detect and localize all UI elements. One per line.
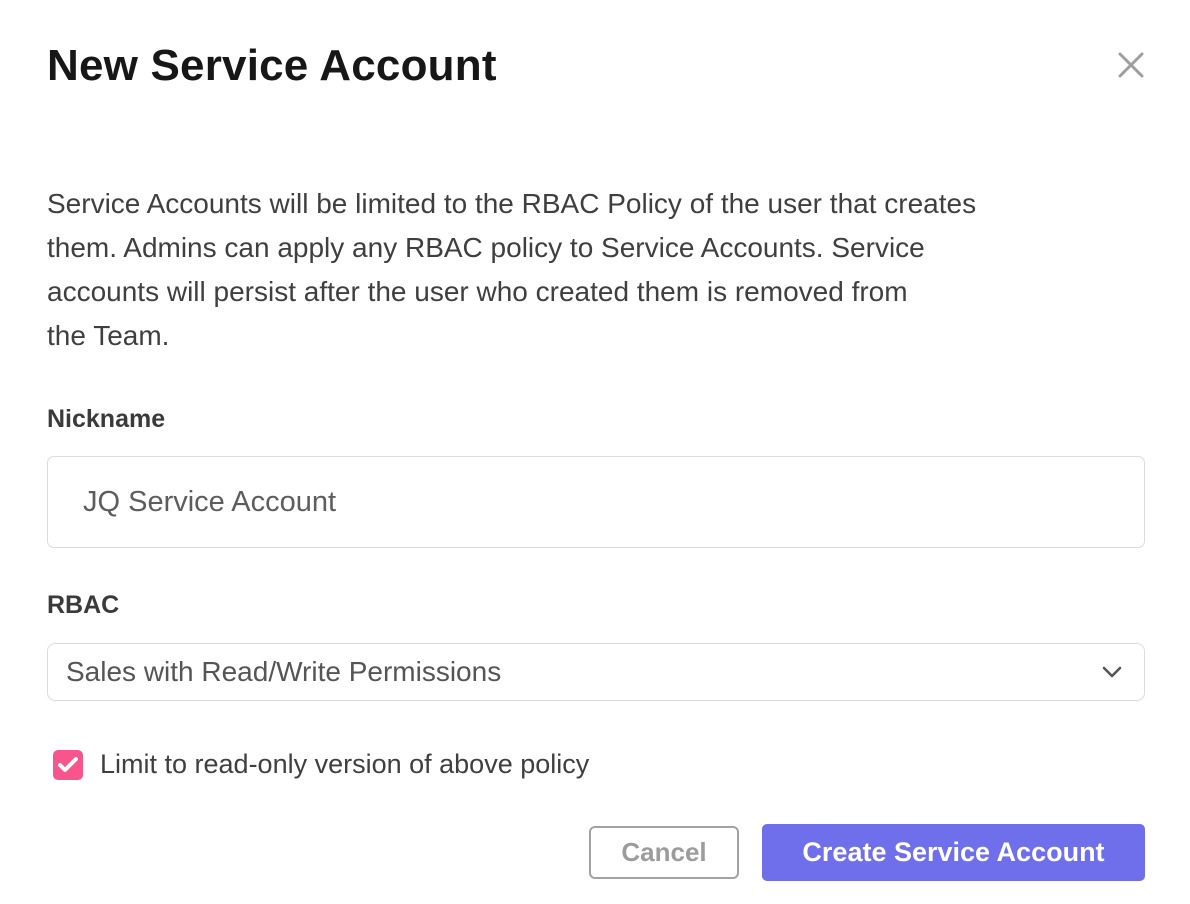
description-line: the Team. xyxy=(47,314,1145,358)
description-line: Service Accounts will be limited to the … xyxy=(47,182,1145,226)
nickname-input[interactable] xyxy=(47,456,1145,548)
cancel-button[interactable]: Cancel xyxy=(589,826,739,879)
rbac-label: RBAC xyxy=(47,590,1145,620)
rbac-selected-value: Sales with Read/Write Permissions xyxy=(66,656,501,688)
modal-footer: Cancel Create Service Account xyxy=(47,824,1145,881)
close-icon xyxy=(1116,50,1146,80)
new-service-account-modal: New Service Account Service Accounts wil… xyxy=(0,0,1190,904)
chevron-down-icon xyxy=(1102,666,1122,678)
read-only-checkbox-row: Limit to read-only version of above poli… xyxy=(53,749,1145,780)
close-button[interactable] xyxy=(1114,48,1148,82)
modal-description: Service Accounts will be limited to the … xyxy=(47,182,1145,358)
modal-title: New Service Account xyxy=(47,38,1145,94)
read-only-checkbox-label[interactable]: Limit to read-only version of above poli… xyxy=(100,749,589,780)
description-line: accounts will persist after the user who… xyxy=(47,270,1145,314)
nickname-label: Nickname xyxy=(47,404,1145,434)
check-icon xyxy=(58,757,78,773)
description-line: them. Admins can apply any RBAC policy t… xyxy=(47,226,1145,270)
create-service-account-button[interactable]: Create Service Account xyxy=(762,824,1145,881)
read-only-checkbox[interactable] xyxy=(53,750,83,780)
rbac-select[interactable]: Sales with Read/Write Permissions xyxy=(47,643,1145,701)
